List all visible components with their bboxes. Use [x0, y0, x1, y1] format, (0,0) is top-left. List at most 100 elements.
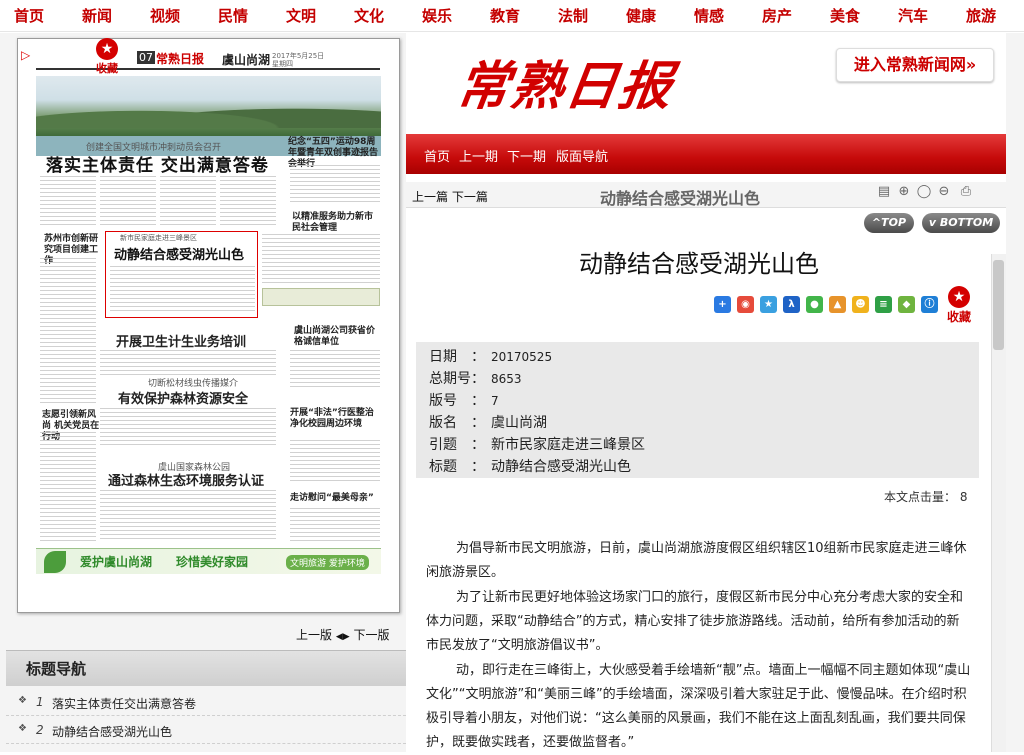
article-paragraph: 为了让新市民更好地体验这场家门口的旅行，度假区新市民分中心充分考虑大家的安全和体…: [426, 590, 964, 653]
scrollbar-thumb[interactable]: [993, 260, 1004, 350]
meta-row: 版号： 7: [429, 390, 499, 410]
top-nav-item[interactable]: 新闻: [82, 5, 112, 26]
meta-row: 总期号： 8653: [429, 368, 522, 388]
paper-side-head-7[interactable]: 走访慰问“最美母亲”: [290, 493, 380, 504]
paper-section: 虞山尚湖: [222, 53, 271, 67]
top-nav-item[interactable]: 文明: [286, 5, 316, 26]
zoom-out-icon[interactable]: ⊖: [936, 184, 952, 200]
photo-hills: [36, 98, 381, 128]
top-nav-item[interactable]: 汽车: [898, 5, 928, 26]
meta-value: 7: [491, 394, 499, 408]
highlight-kicker: 新市民家庭走进三峰景区: [120, 234, 197, 242]
red-nav-page-nav[interactable]: 版面导航: [556, 146, 608, 165]
paper-headline-3[interactable]: 有效保护森林资源安全: [118, 388, 248, 407]
zoom-in-icon[interactable]: ⊕: [896, 184, 912, 200]
top-nav-item[interactable]: 文化: [354, 5, 384, 26]
meta-key: 版名: [429, 415, 457, 431]
weibo-icon[interactable]: ◉: [737, 296, 754, 313]
plus-share-icon[interactable]: +: [714, 296, 731, 313]
paper-page-number: 07: [137, 51, 155, 64]
topic-label[interactable]: 动静结合感受湖光山色: [52, 723, 172, 740]
kaixin-icon[interactable]: ☻: [852, 296, 869, 313]
next-article-link[interactable]: 下一篇: [452, 190, 488, 204]
page-arrow-icon[interactable]: ▷: [21, 48, 35, 62]
meta-key: 版号: [429, 393, 457, 409]
more-share-icon[interactable]: ⓘ: [921, 296, 938, 313]
paper-text-block: [110, 266, 255, 314]
zoom-reset-icon[interactable]: ◯: [916, 184, 932, 200]
paper-masthead: 07 常熟日报 虞山尚湖 2017年5月25日 星期四: [36, 48, 380, 70]
prev-page-link[interactable]: 上一版: [296, 628, 332, 642]
topic-list-item[interactable]: ❖ 2 动静结合感受湖光山色: [6, 718, 406, 744]
qzone-icon[interactable]: ★: [760, 296, 777, 313]
sohu-icon[interactable]: ◆: [898, 296, 915, 313]
print-icon[interactable]: ⎙: [958, 184, 974, 200]
scroll-top-button[interactable]: ^TOP: [864, 213, 914, 233]
paper-headline-4[interactable]: 通过森林生态环境服务认证: [108, 470, 264, 489]
next-page-link[interactable]: 下一版: [354, 628, 390, 642]
paper-text-block: [100, 408, 276, 448]
article-favorite-button[interactable]: ★ 收藏: [945, 286, 973, 326]
top-nav-item[interactable]: 健康: [626, 5, 656, 26]
red-nav-bar: 首页 上一期 下一期 版面导航: [406, 134, 1006, 174]
meta-value: 20170525: [491, 350, 553, 364]
note-icon[interactable]: ▤: [876, 184, 892, 200]
paper-text-block: [100, 350, 276, 376]
paper-headline-2[interactable]: 开展卫生计生业务培训: [116, 331, 246, 350]
bottom-arrow-icon: v: [928, 216, 937, 229]
prev-arrow-icon[interactable]: ◀: [336, 632, 343, 642]
red-nav-home[interactable]: 首页: [424, 146, 450, 165]
paper-side-head-4[interactable]: 虞山尚湖公司获省价格诚信单位: [294, 326, 380, 348]
tencent-icon[interactable]: ▲: [829, 296, 846, 313]
banner-text-3: 文明旅游 爱护环境: [286, 555, 369, 570]
top-nav-item[interactable]: 首页: [14, 5, 44, 26]
meta-row: 日期： 20170525: [429, 346, 552, 366]
top-nav-item[interactable]: 教育: [490, 5, 520, 26]
article-title: 动静结合感受湖光山色: [579, 250, 819, 278]
right-gutter: [1006, 33, 1024, 752]
highlighted-article-area[interactable]: 新市民家庭走进三峰景区 动静结合感受湖光山色: [105, 231, 258, 318]
site-logo[interactable]: 常熟日报: [453, 44, 680, 119]
hits-label: 本文点击量：: [884, 490, 957, 504]
paper-text-block: [290, 350, 380, 390]
topic-nav-title: 标题导航: [26, 660, 87, 678]
red-nav-prev-issue[interactable]: 上一期: [459, 146, 498, 165]
favorite-label: 收藏: [96, 62, 118, 75]
enter-news-site-button[interactable]: 进入常熟新闻网»: [836, 48, 994, 82]
paper-side-head-3[interactable]: 以精准服务助力新市民社会管理: [292, 212, 380, 234]
top-nav-item[interactable]: 法制: [558, 5, 588, 26]
top-nav-item[interactable]: 房产: [762, 5, 792, 26]
scroll-bottom-button[interactable]: v BOTTOM: [922, 213, 1000, 233]
top-nav-item[interactable]: 情感: [694, 5, 724, 26]
paper-text-block: [160, 176, 216, 226]
douban-icon[interactable]: ≡: [875, 296, 892, 313]
top-nav-item[interactable]: 美食: [830, 5, 860, 26]
paper-side-head-6[interactable]: 开展“非法”行医整治 净化校园周边环境: [290, 408, 380, 430]
bullet-icon: ❖: [18, 723, 27, 734]
red-nav-next-issue[interactable]: 下一期: [507, 146, 546, 165]
topic-number: 2: [36, 723, 44, 737]
top-nav-item[interactable]: 旅游: [966, 5, 996, 26]
prev-article-link[interactable]: 上一篇: [412, 190, 448, 204]
top-nav-item[interactable]: 民情: [218, 5, 248, 26]
hit-counter: 本文点击量： 8: [884, 488, 967, 505]
paper-headline-1[interactable]: 落实主体责任 交出满意答卷: [46, 151, 269, 176]
top-nav: 首页 新闻 视频 民情 文明 文化 娱乐 教育 法制 健康 情感 房产 美食 汽…: [0, 0, 1024, 32]
topic-label[interactable]: 落实主体责任交出满意答卷: [52, 695, 196, 712]
topic-list-item[interactable]: ❖ 1 落实主体责任交出满意答卷: [6, 690, 406, 716]
banner-text-2: 珍惜美好家园: [176, 555, 249, 569]
meta-key: 标题: [429, 459, 457, 475]
meta-value: 虞山尚湖: [491, 415, 547, 431]
next-arrow-icon[interactable]: ▶: [343, 632, 350, 642]
wechat-icon[interactable]: ●: [806, 296, 823, 313]
bullet-icon: ❖: [18, 695, 27, 706]
top-nav-item[interactable]: 视频: [150, 5, 180, 26]
article-bar-title: 动静结合感受湖光山色: [600, 189, 761, 208]
article-meta-box: 日期： 20170525 总期号： 8653 版号： 7 版名：虞山尚湖 引题：新市民…: [416, 342, 979, 478]
top-nav-item[interactable]: 娱乐: [422, 5, 452, 26]
paper-favorite-button[interactable]: ★ 收藏: [92, 38, 122, 75]
meta-value: 新市民家庭走进三峰景区: [491, 437, 645, 453]
meta-value: 动静结合感受湖光山色: [491, 459, 631, 475]
renren-icon[interactable]: λ: [783, 296, 800, 313]
star-icon: ★: [948, 286, 970, 308]
